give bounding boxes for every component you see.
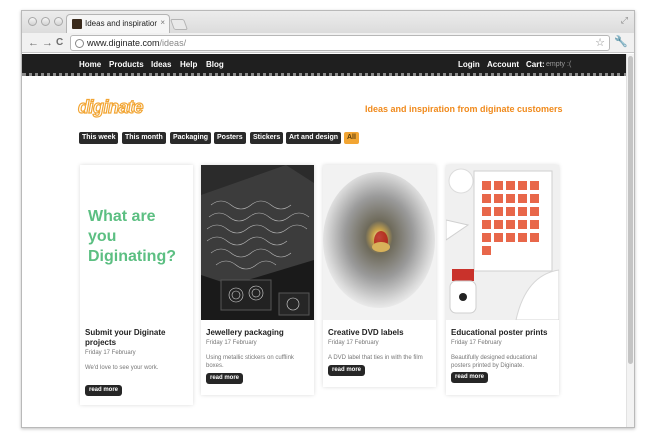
vertical-scrollbar[interactable] — [626, 54, 634, 427]
nav-help[interactable]: Help — [180, 60, 197, 69]
card-date: Friday 17 February — [206, 340, 257, 346]
jewellery-box-image — [201, 165, 314, 320]
browser-tab[interactable]: Ideas and inspiration - digin × — [66, 14, 170, 33]
zoom-window-button[interactable] — [54, 17, 63, 26]
card-description: Using metallic stickers on cufflink boxe… — [206, 355, 294, 369]
card-date: Friday 17 February — [451, 340, 502, 346]
poster-prints-image — [446, 165, 559, 320]
nav-login[interactable]: Login — [458, 60, 480, 69]
card-description: We'd love to see your work. — [85, 365, 159, 371]
close-window-button[interactable] — [28, 17, 37, 26]
idea-card[interactable]: Creative DVD labels Friday 17 February A… — [323, 165, 436, 387]
card-image[interactable] — [446, 165, 559, 320]
fullscreen-icon[interactable]: ⤢ — [621, 15, 628, 26]
new-tab-button[interactable] — [169, 19, 189, 30]
card-image[interactable] — [323, 165, 436, 320]
page-viewport: Home Products Ideas Help Blog Login Acco… — [22, 54, 634, 427]
reload-button[interactable]: C — [56, 36, 63, 50]
bookmark-star-icon[interactable]: ☆ — [595, 36, 605, 49]
nav-account[interactable]: Account — [487, 60, 519, 69]
minimize-window-button[interactable] — [41, 17, 50, 26]
nav-cart[interactable]: Cart: — [526, 60, 545, 69]
scrollbar-thumb[interactable] — [628, 56, 633, 364]
idea-card[interactable]: Educational poster prints Friday 17 Febr… — [446, 165, 559, 395]
filter-stickers[interactable]: Stickers — [250, 132, 284, 144]
read-more-button[interactable]: read more — [85, 385, 123, 396]
filter-art-and-design[interactable]: Art and design — [286, 132, 342, 144]
card-date: Friday 17 February — [328, 340, 379, 346]
card-title[interactable]: Submit your Diginate projects — [85, 328, 189, 348]
card-title[interactable]: Educational poster prints — [451, 328, 555, 338]
filter-this-week[interactable]: This week — [79, 132, 119, 144]
dvd-label-image — [323, 165, 436, 320]
filter-posters[interactable]: Posters — [214, 132, 246, 144]
tab-title: Ideas and inspiration - digin — [85, 19, 157, 28]
forward-button[interactable]: → — [42, 36, 53, 50]
nav-home[interactable]: Home — [79, 60, 101, 69]
nav-ideas[interactable]: Ideas — [151, 60, 171, 69]
card-description: A DVD label that ties in with the film — [328, 355, 423, 361]
card-title[interactable]: Jewellery packaging — [206, 328, 310, 338]
card-image[interactable]: What are you Diginating? — [80, 165, 193, 320]
diginate-logo[interactable]: diginate — [77, 96, 144, 118]
idea-card[interactable]: Jewellery packaging Friday 17 February U… — [201, 165, 314, 395]
url-text: www.diginate.com/ideas/ — [87, 38, 187, 48]
filter-packaging[interactable]: Packaging — [170, 132, 212, 144]
filter-this-month[interactable]: This month — [122, 132, 166, 144]
card-description: Beautifully designed educational posters… — [451, 355, 538, 369]
browser-titlebar: Ideas and inspiration - digin × ⤢ — [22, 11, 634, 33]
site-nav-bar: Home Products Ideas Help Blog Login Acco… — [22, 54, 628, 76]
nav-blog[interactable]: Blog — [206, 60, 224, 69]
globe-icon — [75, 39, 84, 48]
address-bar[interactable]: www.diginate.com/ideas/ ☆ — [70, 35, 610, 51]
read-more-button[interactable]: read more — [328, 365, 366, 376]
tab-close-icon[interactable]: × — [160, 18, 165, 27]
back-button[interactable]: ← — [28, 36, 39, 50]
card-image[interactable] — [201, 165, 314, 320]
read-more-button[interactable]: read more — [206, 373, 244, 384]
browser-window: Ideas and inspiration - digin × ⤢ ← → C … — [21, 10, 635, 428]
filter-all[interactable]: All — [344, 132, 359, 144]
favicon-icon — [72, 19, 82, 29]
cart-status: empty :( — [546, 61, 572, 68]
read-more-button[interactable]: read more — [451, 372, 489, 383]
diginating-promo-text: What are you Diginating? — [88, 208, 176, 265]
page-tagline: Ideas and inspiration from diginate cust… — [365, 104, 563, 114]
idea-card[interactable]: What are you Diginating? Submit your Dig… — [80, 165, 193, 405]
browser-toolbar: ← → C www.diginate.com/ideas/ ☆ 🔧 — [22, 33, 634, 53]
card-title[interactable]: Creative DVD labels — [328, 328, 432, 338]
nav-products[interactable]: Products — [109, 60, 144, 69]
wrench-icon[interactable]: 🔧 — [614, 35, 628, 48]
card-date: Friday 17 February — [85, 350, 136, 356]
